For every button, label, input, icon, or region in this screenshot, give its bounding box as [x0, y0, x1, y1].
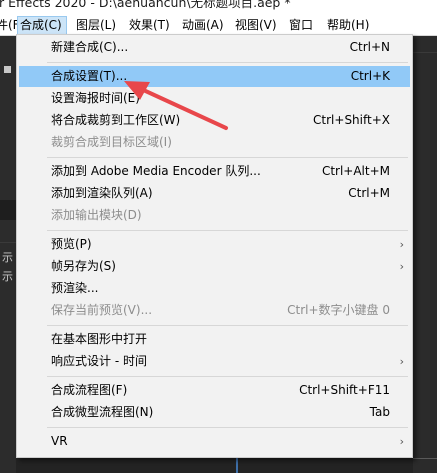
menu-item-composition-flowchart[interactable]: 合成流程图(F) Ctrl+Shift+F11	[19, 380, 410, 401]
menu-item-add-to-media-encoder[interactable]: 添加到 Adobe Media Encoder 队列... Ctrl+Alt+M	[19, 161, 410, 182]
menu-item-vr[interactable]: VR ›	[19, 431, 410, 452]
menu-item-save-frame-as[interactable]: 帧另存为(S) ›	[19, 256, 410, 277]
menu-view[interactable]: 视图(V)	[235, 16, 277, 35]
right-panel	[413, 36, 437, 473]
submenu-arrow-icon: ›	[399, 355, 404, 368]
menu-separator	[47, 376, 408, 377]
menu-separator	[47, 157, 408, 158]
menu-separator	[47, 62, 408, 63]
panel-text-1: 示	[2, 251, 13, 264]
menu-item-add-output-module: 添加输出模块(D)	[51, 208, 142, 222]
menu-item-new-composition[interactable]: 新建合成(C)... Ctrl+N	[19, 37, 410, 58]
window-title: r Effects 2020 - D:\aehuancun\无标题项目.aep …	[0, 0, 291, 10]
panel-text-2: 示	[2, 270, 13, 283]
right-panel-line	[413, 52, 437, 53]
menu-item-responsive-design-time[interactable]: 响应式设计 - 时间 ›	[19, 351, 410, 372]
menu-composition[interactable]: 合成(C)	[17, 16, 67, 35]
menu-animation[interactable]: 动画(A)	[182, 16, 224, 35]
submenu-arrow-icon: ›	[399, 435, 404, 448]
menu-bar: 件(F) 合成(C) 图层(L) 效果(T) 动画(A) 视图(V) 窗口 帮助…	[0, 16, 437, 36]
menu-item-set-poster-time[interactable]: 设置海报时间(E)	[19, 88, 410, 109]
menu-item-add-to-render-queue[interactable]: 添加到渲染队列(A) Ctrl+M	[19, 183, 410, 204]
menu-item-save-current-preview: 保存当前预览(V)... Ctrl+数字小键盘 0	[51, 303, 390, 317]
submenu-arrow-icon: ›	[399, 238, 404, 251]
submenu-arrow-icon: ›	[399, 260, 404, 273]
menu-item-mini-flowchart[interactable]: 合成微型流程图(N) Tab	[19, 402, 410, 423]
menu-separator	[47, 325, 408, 326]
menu-separator	[47, 230, 408, 231]
panel-line	[0, 242, 16, 243]
menu-item-pre-render[interactable]: 预渲染...	[19, 278, 410, 299]
menu-item-trim-comp-to-work-area[interactable]: 将合成裁剪到工作区(W) Ctrl+Shift+X	[19, 110, 410, 131]
menu-item-composition-settings[interactable]: 合成设置(T)... Ctrl+K	[19, 66, 410, 87]
menu-item-preview[interactable]: 预览(P) ›	[19, 234, 410, 255]
menu-item-crop-comp-to-region: 裁剪合成到目标区域(I)	[51, 135, 172, 149]
panel-swatch	[4, 66, 11, 73]
menu-layer[interactable]: 图层(L)	[76, 16, 116, 35]
window-title-bar: r Effects 2020 - D:\aehuancun\无标题项目.aep …	[0, 0, 437, 16]
timeline-marker	[236, 458, 238, 473]
bottom-line	[413, 458, 437, 459]
menu-help[interactable]: 帮助(H)	[327, 16, 369, 35]
menu-window[interactable]: 窗口	[289, 16, 313, 35]
menu-separator	[47, 427, 408, 428]
composition-menu: 新建合成(C)... Ctrl+N 合成设置(T)... Ctrl+K 设置海报…	[16, 34, 413, 458]
panel-divider	[0, 200, 16, 220]
menu-item-open-in-essential-graphics[interactable]: 在基本图形中打开	[19, 329, 410, 350]
menu-effect[interactable]: 效果(T)	[129, 16, 170, 35]
